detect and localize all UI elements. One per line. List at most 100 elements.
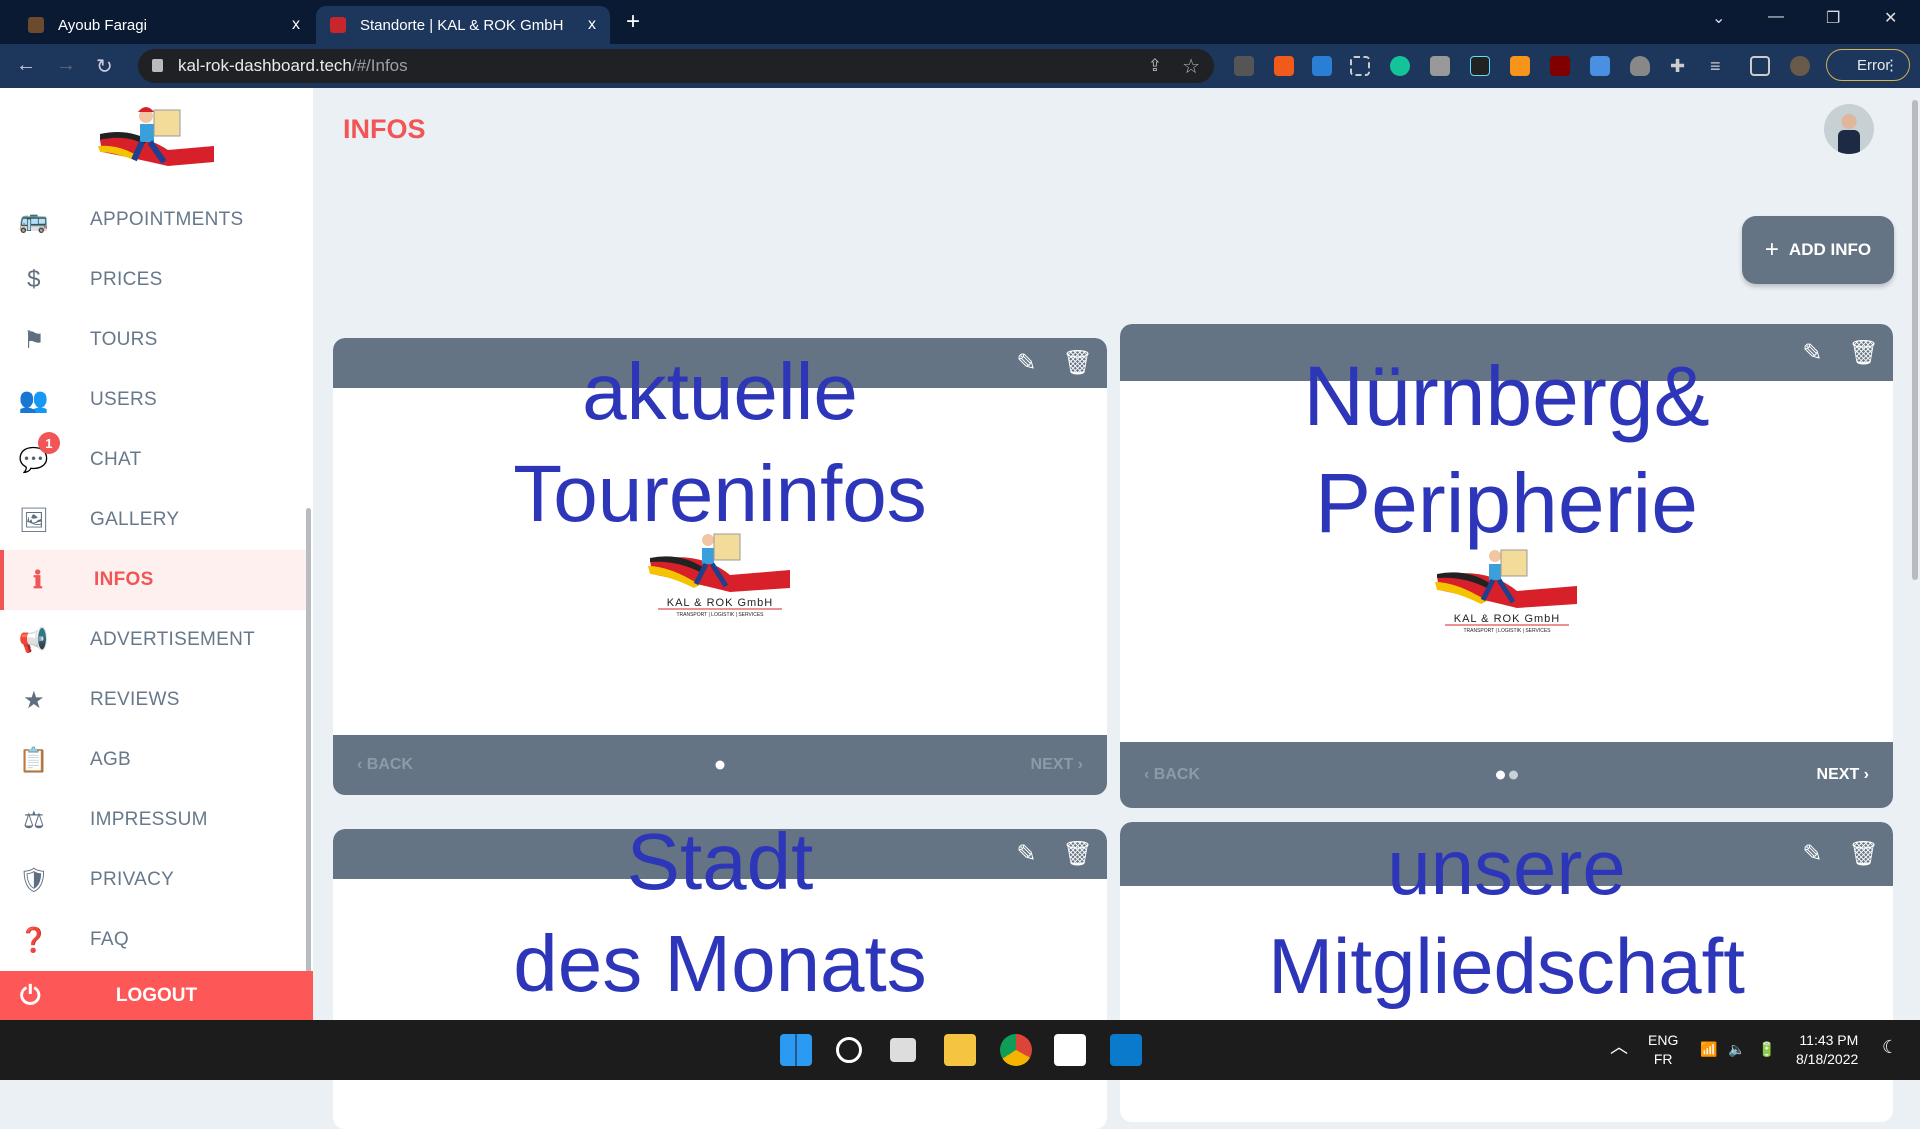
carousel-controls: ‹ BACK NEXT › (1120, 742, 1893, 808)
logout-button[interactable]: ⏻ LOGOUT (0, 971, 313, 1020)
back-arrow-icon[interactable]: ← (16, 54, 36, 77)
sidebar-item-appointments[interactable]: 🚌 APPOINTMENTS (0, 190, 306, 250)
unread-badge: 1 (38, 432, 60, 454)
slide-text-line: Stadt (626, 829, 814, 906)
card-slide-text: aktuelle Toureninfos (333, 341, 1107, 546)
info-card: ✎ 🗑 Stadt des Monats (333, 829, 1107, 1129)
close-tab-icon[interactable]: x (588, 16, 596, 34)
add-info-label: ADD INFO (1788, 240, 1872, 259)
tab-ayoub-faragi[interactable]: Ayoub Faragi x (14, 6, 314, 44)
carousel-back-button[interactable]: ‹ BACK (357, 756, 413, 774)
sidebar-item-label: REVIEWS (90, 689, 180, 710)
next-label: NEXT (1816, 766, 1860, 783)
sidebar-item-gallery[interactable]: 🖼 GALLERY (0, 490, 306, 550)
company-logo[interactable] (98, 100, 216, 172)
sidebar-item-advertisement[interactable]: 📢 ADVERTISEMENT (0, 610, 306, 670)
question-library-icon: ❓ (18, 926, 50, 954)
profile-avatar-icon[interactable] (1790, 56, 1810, 76)
tray-chevron-icon[interactable]: ︿ (1610, 1038, 1628, 1057)
clock[interactable]: 11:43 PM 8/18/2022 (1796, 1031, 1858, 1069)
sidebar-item-tours[interactable]: ⚑ TOURS (0, 310, 306, 370)
forward-arrow-icon[interactable]: → (56, 54, 76, 77)
grammarly-icon[interactable] (1390, 56, 1410, 76)
url-path: /#/Infos (351, 56, 408, 75)
vscode-icon[interactable] (1110, 1034, 1142, 1066)
bookmark-star-icon[interactable]: ☆ (1182, 54, 1200, 79)
carousel-next-button[interactable]: NEXT › (1031, 756, 1083, 774)
new-tab-button[interactable]: + (626, 8, 640, 36)
sidebar-item-label: INFOS (94, 569, 154, 590)
company-logo-image: KAL & ROK GmbH TRANSPORT | LOGISTIK | SE… (1434, 549, 1577, 634)
carousel-next-button[interactable]: NEXT › (1817, 766, 1869, 784)
tab-favicon (28, 17, 44, 33)
sidebar-item-users[interactable]: 👥 USERS (0, 370, 306, 430)
add-info-button[interactable]: + ADD INFO (1742, 216, 1894, 284)
star-icon: ★ (23, 686, 45, 714)
wifi-icon[interactable]: 📶 (1700, 1040, 1717, 1059)
share-icon[interactable]: ⇪ (1148, 56, 1162, 76)
restore-icon[interactable]: ❐ (1826, 8, 1840, 28)
windows-start-icon[interactable] (780, 1034, 812, 1066)
carousel-dot[interactable] (1508, 770, 1518, 780)
tab-standorte[interactable]: Standorte | KAL & ROK GmbH x (316, 6, 610, 44)
sidebar-item-reviews[interactable]: ★ REVIEWS (0, 670, 306, 730)
ie-extension-icon[interactable] (1312, 56, 1332, 76)
camera-extension-icon[interactable] (1430, 56, 1450, 76)
tab-title: Standorte | KAL & ROK GmbH (360, 16, 564, 34)
shield-extension-icon[interactable] (1630, 56, 1650, 76)
svg-text:TRANSPORT | LOGISTIK | SERVICE: TRANSPORT | LOGISTIK | SERVICES (676, 612, 764, 618)
sidebar-item-privacy[interactable]: 🛡 PRIVACY (0, 850, 306, 910)
language-indicator[interactable]: ENG FR (1648, 1031, 1678, 1069)
company-logo-image: KAL & ROK GmbH TRANSPORT | LOGISTIK | SE… (648, 533, 790, 618)
users-icon: 👥 (18, 386, 50, 414)
chrome-icon[interactable] (1000, 1034, 1032, 1066)
tab-search-icon[interactable]: ⌄ (1712, 8, 1725, 28)
com-extension-icon[interactable] (1274, 56, 1294, 76)
close-window-icon[interactable]: ✕ (1884, 8, 1897, 28)
sidebar-item-label: CHAT (90, 449, 142, 470)
sidebar-item-faq[interactable]: ❓ FAQ (0, 910, 306, 970)
volume-icon[interactable]: 🔈 (1728, 1040, 1745, 1059)
tab-favicon (330, 17, 346, 33)
sidebar-item-impressum[interactable]: ⚖ IMPRESSUM (0, 790, 306, 850)
ublock-icon[interactable] (1550, 56, 1570, 76)
sidebar-item-agb[interactable]: 📋 AGB (0, 730, 306, 790)
user-avatar[interactable] (1824, 104, 1874, 154)
carousel-dot[interactable] (1495, 770, 1505, 780)
browser-tab-bar: Ayoub Faragi x Standorte | KAL & ROK Gmb… (0, 0, 1920, 44)
eyedropper-extension-icon[interactable] (1234, 56, 1254, 76)
file-explorer-icon[interactable] (944, 1034, 976, 1066)
extension-icon[interactable] (1590, 56, 1610, 76)
carousel-back-button[interactable]: ‹ BACK (1144, 766, 1200, 784)
browser-toolbar: ← → ↻ kal-rok-dashboard.tech/#/Infos ⇪ ☆… (0, 44, 1920, 88)
sidebar-item-label: GALLERY (90, 509, 180, 530)
main-scrollbar[interactable] (1912, 100, 1918, 580)
flag-icon: ⚑ (23, 326, 45, 354)
side-panel-icon[interactable] (1750, 56, 1770, 76)
search-icon[interactable] (836, 1037, 862, 1063)
minimize-icon[interactable]: — (1768, 8, 1784, 26)
carousel-dot[interactable] (715, 760, 725, 770)
moon-icon[interactable]: ☾ (1882, 1038, 1898, 1057)
sidebar-item-label: TOURS (90, 329, 158, 350)
plus-icon: + (1764, 236, 1779, 263)
reload-icon[interactable]: ↻ (96, 54, 113, 79)
search-extension-icon[interactable] (1510, 56, 1530, 76)
battery-icon[interactable]: 🔋 (1758, 1040, 1775, 1059)
puzzle-extensions-icon[interactable]: ✚ (1670, 56, 1690, 76)
error-button[interactable]: Error ⋮ (1826, 49, 1910, 81)
screenshot-extension-icon[interactable] (1350, 56, 1370, 76)
store-icon[interactable] (1054, 1034, 1086, 1066)
close-tab-icon[interactable]: x (292, 16, 300, 34)
url-host: kal-rok-dashboard.tech (178, 56, 352, 75)
task-view-icon[interactable] (890, 1038, 916, 1062)
sidebar-item-label: PRIVACY (90, 869, 175, 890)
sidebar-item-infos[interactable]: ℹ INFOS (0, 550, 306, 610)
sidebar-item-chat[interactable]: 💬 1 CHAT (0, 430, 306, 490)
react-devtools-icon[interactable] (1470, 56, 1490, 76)
sidebar-item-prices[interactable]: $ PRICES (0, 250, 306, 310)
sidebar-item-label: PRICES (90, 269, 163, 290)
slide-text-line: des Monats (513, 919, 927, 1009)
address-bar[interactable]: kal-rok-dashboard.tech/#/Infos ⇪ ☆ (138, 49, 1214, 83)
media-queue-icon[interactable]: ≡ (1710, 56, 1730, 76)
